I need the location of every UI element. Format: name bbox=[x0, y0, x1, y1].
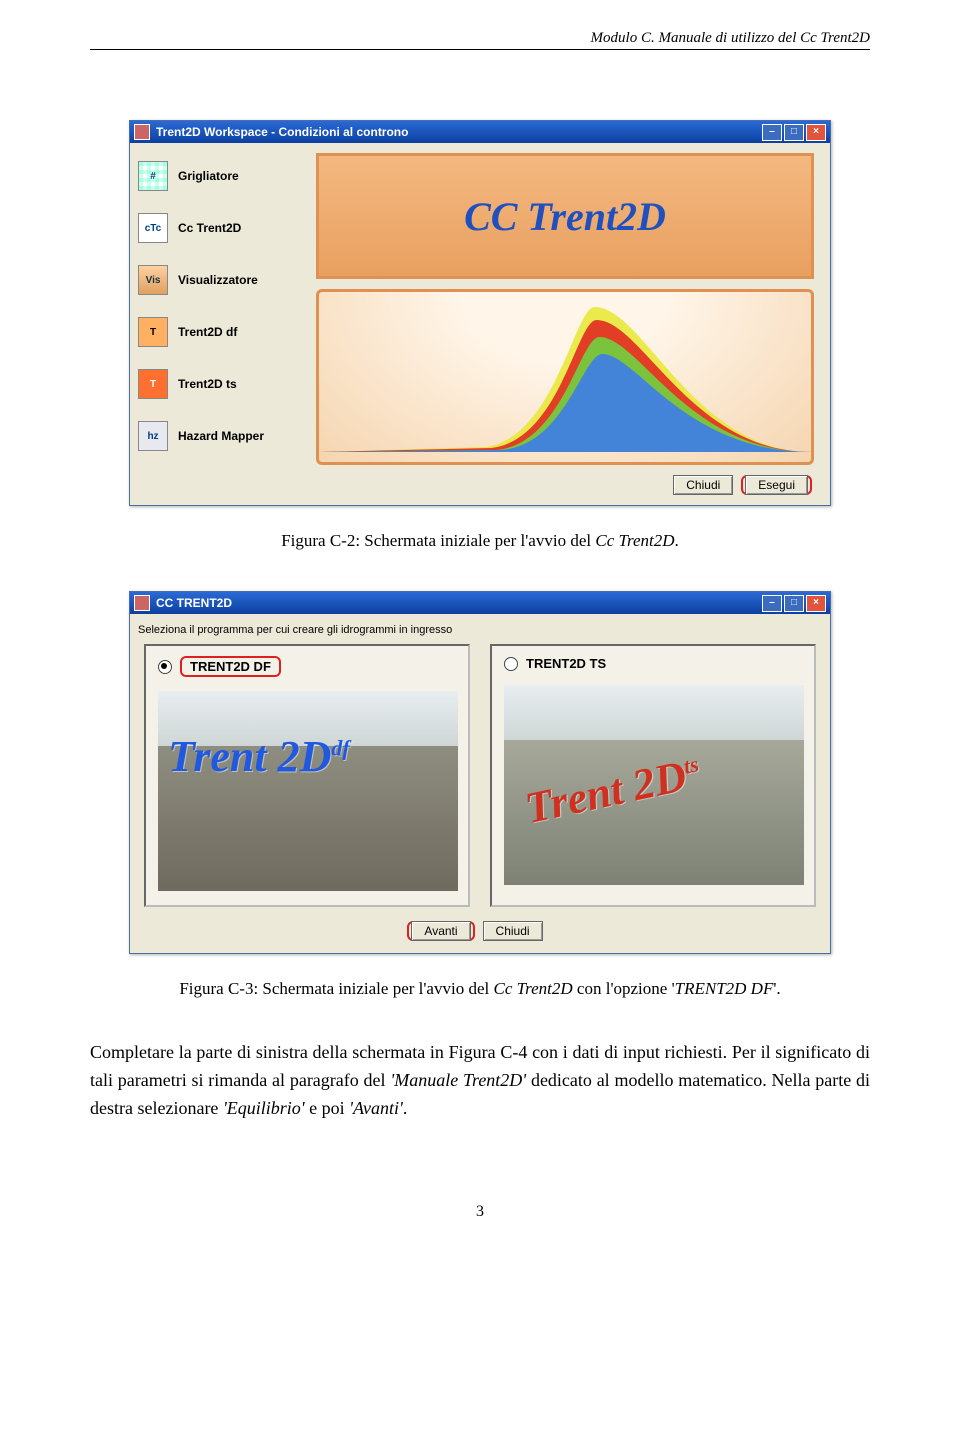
option-card-df: TRENT2D DF Trent 2Ddf bbox=[144, 644, 470, 907]
window1-titlebar: Trent2D Workspace - Condizioni al contro… bbox=[130, 121, 830, 143]
sidebar-item-label: Grigliatore bbox=[178, 169, 239, 183]
minimize-button[interactable]: – bbox=[762, 595, 782, 612]
preview-image-ts: Trent 2Dts bbox=[504, 685, 804, 885]
sidebar-item-label: Cc Trent2D bbox=[178, 221, 241, 235]
radio-trent2d-ts[interactable] bbox=[504, 657, 518, 671]
sidebar-item-label: Trent2D df bbox=[178, 325, 237, 339]
close-button[interactable]: × bbox=[806, 595, 826, 612]
df-highlight: TRENT2D DF bbox=[180, 656, 281, 677]
maximize-button[interactable]: □ bbox=[784, 595, 804, 612]
tts-icon: T bbox=[138, 369, 168, 399]
window2-titlebar: CC TRENT2D – □ × bbox=[130, 592, 830, 614]
chiudi-button[interactable]: Chiudi bbox=[673, 475, 733, 495]
chiudi-button[interactable]: Chiudi bbox=[483, 921, 543, 941]
logo-panel: CC Trent2D bbox=[316, 153, 814, 279]
trent2d-workspace-window: Trent2D Workspace - Condizioni al contro… bbox=[129, 120, 831, 506]
body-paragraph: Completare la parte di sinistra della sc… bbox=[90, 1039, 870, 1123]
figure-caption-c2: Figura C-2: Schermata iniziale per l'avv… bbox=[90, 531, 870, 551]
running-header: Modulo C. Manuale di utilizzo del Cc Tre… bbox=[90, 30, 870, 50]
radio-label-df: TRENT2D DF bbox=[184, 658, 277, 675]
sidebar-item-trent2d-df[interactable]: T Trent2D df bbox=[138, 317, 308, 347]
preview-text-df: Trent 2Ddf bbox=[168, 731, 350, 782]
radio-trent2d-df[interactable] bbox=[158, 660, 172, 674]
sidebar-item-label: Visualizzatore bbox=[178, 273, 258, 287]
esegui-highlight: Esegui bbox=[741, 475, 812, 495]
ctc-icon: cTc bbox=[138, 213, 168, 243]
hydrograph-chart bbox=[316, 289, 814, 465]
sidebar-item-hazard-mapper[interactable]: hz Hazard Mapper bbox=[138, 421, 308, 451]
maximize-button[interactable]: □ bbox=[784, 124, 804, 141]
esegui-button[interactable]: Esegui bbox=[745, 475, 808, 495]
tdf-icon: T bbox=[138, 317, 168, 347]
close-button[interactable]: × bbox=[806, 124, 826, 141]
app-icon bbox=[134, 124, 150, 140]
logo-text: CC Trent2D bbox=[464, 193, 666, 240]
preview-image-df: Trent 2Ddf bbox=[158, 691, 458, 891]
app-icon bbox=[134, 595, 150, 611]
page-number: 3 bbox=[90, 1203, 870, 1221]
radio-label-ts: TRENT2D TS bbox=[526, 656, 606, 671]
window2-title: CC TRENT2D bbox=[156, 596, 232, 610]
sidebar-item-cctrent2d[interactable]: cTc Cc Trent2D bbox=[138, 213, 308, 243]
figure-caption-c3: Figura C-3: Schermata iniziale per l'avv… bbox=[90, 979, 870, 999]
minimize-button[interactable]: – bbox=[762, 124, 782, 141]
grid-icon: # bbox=[138, 161, 168, 191]
cc-trent2d-window: CC TRENT2D – □ × Seleziona il programma … bbox=[129, 591, 831, 954]
window1-title: Trent2D Workspace - Condizioni al contro… bbox=[156, 125, 408, 139]
avanti-button[interactable]: Avanti bbox=[411, 921, 470, 941]
sidebar-item-trent2d-ts[interactable]: T Trent2D ts bbox=[138, 369, 308, 399]
sidebar-item-label: Trent2D ts bbox=[178, 377, 237, 391]
sidebar-item-label: Hazard Mapper bbox=[178, 429, 264, 443]
vis-icon: Vis bbox=[138, 265, 168, 295]
avanti-highlight: Avanti bbox=[407, 921, 474, 941]
hazard-icon: hz bbox=[138, 421, 168, 451]
sidebar-item-visualizzatore[interactable]: Vis Visualizzatore bbox=[138, 265, 308, 295]
option-card-ts: TRENT2D TS Trent 2Dts bbox=[490, 644, 816, 907]
instruction-text: Seleziona il programma per cui creare gl… bbox=[138, 624, 822, 636]
sidebar-item-grigliatore[interactable]: # Grigliatore bbox=[138, 161, 308, 191]
